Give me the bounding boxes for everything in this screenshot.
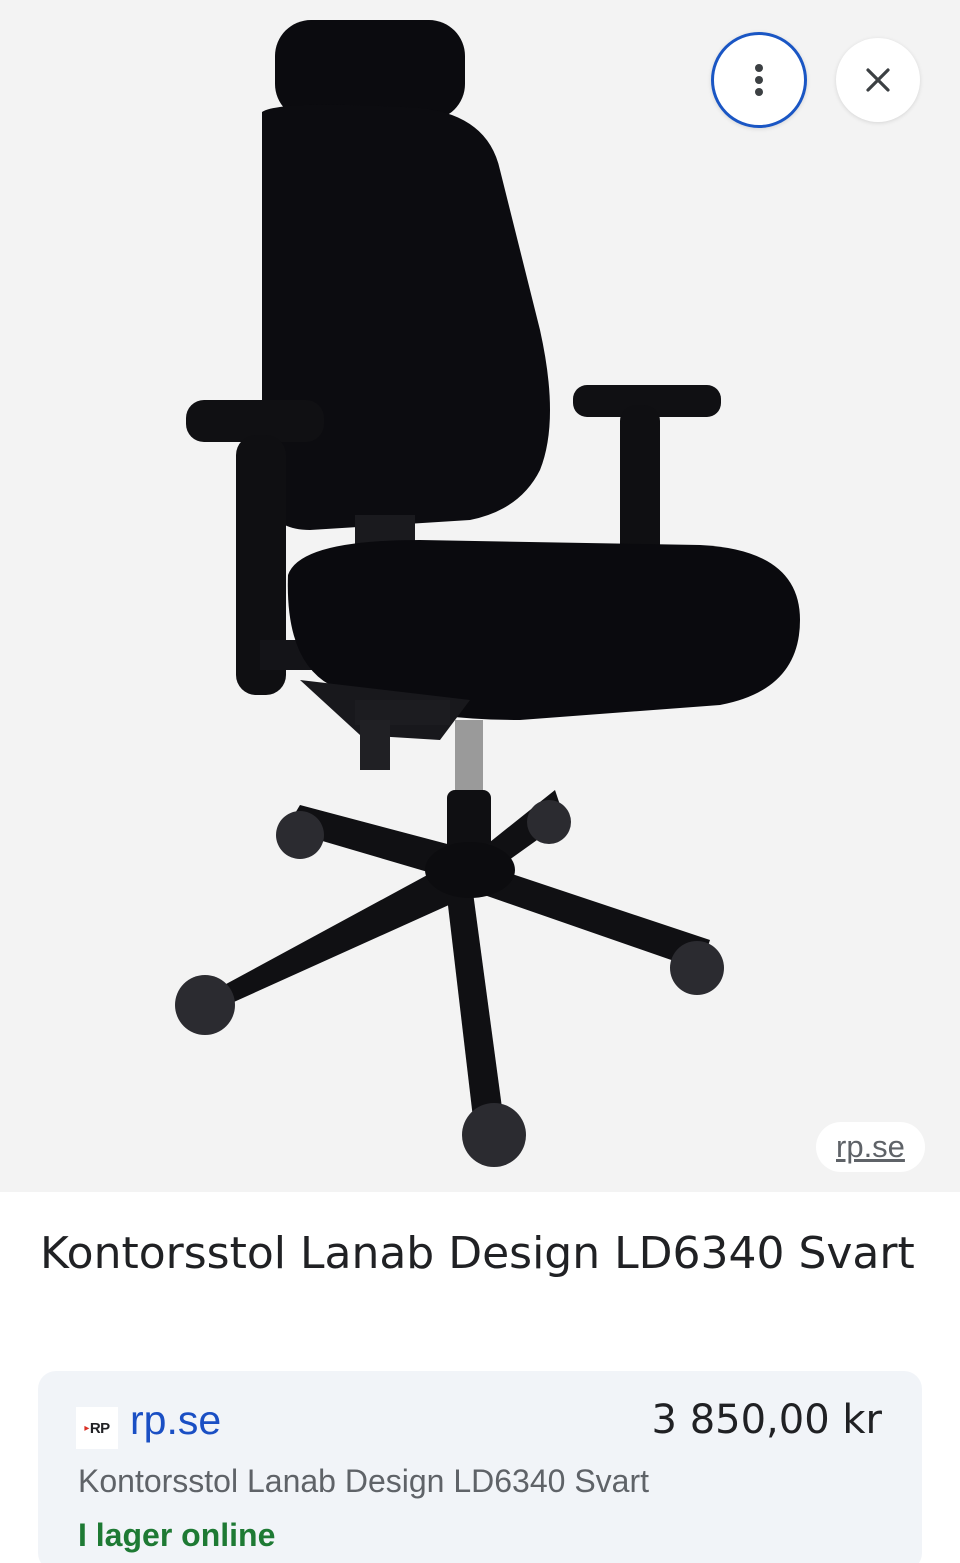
- office-chair-image: [175, 20, 800, 1167]
- offer-card[interactable]: ▸ RP rp.se 3 850,00 kr Kontorsstol Lanab …: [38, 1371, 922, 1563]
- merchant-logo: ▸ RP: [76, 1407, 118, 1449]
- close-button[interactable]: [836, 38, 920, 122]
- merchant-link[interactable]: rp.se: [130, 1397, 221, 1444]
- logo-mark-icon: ▸: [84, 1422, 89, 1434]
- more-options-button[interactable]: [711, 32, 807, 128]
- merchant-logo-text: RP: [89, 1419, 110, 1437]
- close-icon: [866, 68, 890, 92]
- product-image-area[interactable]: rp.se: [0, 0, 960, 1192]
- product-title: Kontorsstol Lanab Design LD6340 Svart: [40, 1228, 915, 1279]
- offer-price: 3 850,00 kr: [651, 1397, 882, 1443]
- image-source-link[interactable]: rp.se: [816, 1122, 925, 1172]
- offer-description: Kontorsstol Lanab Design LD6340 Svart: [78, 1463, 650, 1499]
- stock-status: I lager online: [78, 1517, 276, 1553]
- more-vert-icon: [755, 64, 763, 96]
